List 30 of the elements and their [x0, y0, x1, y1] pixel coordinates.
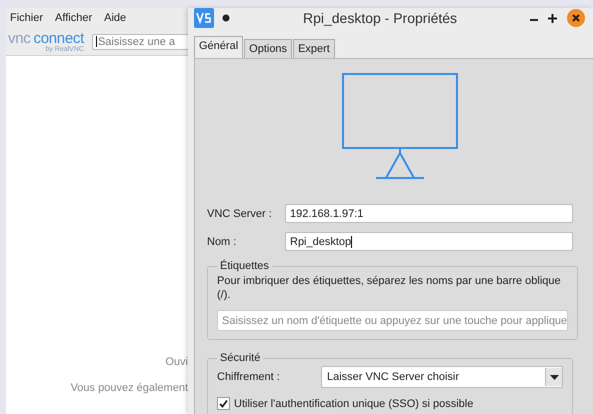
monitor-icon	[342, 73, 458, 181]
menu-item[interactable]: Afficher	[55, 12, 92, 24]
app-logo-icon	[194, 8, 214, 28]
tab[interactable]: Options	[244, 39, 292, 58]
caret-icon	[550, 374, 558, 380]
logo-text: connect	[34, 30, 84, 46]
field-label: Chiffrement :	[217, 371, 281, 383]
search-field[interactable]: Saisissez une a	[92, 34, 189, 50]
hint-text: Ouvi	[165, 356, 188, 368]
input-field[interactable]: Rpi_desktop	[285, 232, 573, 251]
group-title: Sécurité	[219, 352, 262, 364]
logo-text: vnc	[8, 30, 30, 46]
checkbox-label: Utiliser l'authentification unique (SSO) si possible	[234, 398, 474, 410]
checkbox[interactable]	[217, 397, 230, 410]
field-label: VNC Server :	[207, 208, 273, 220]
group-title: Étiquettes	[219, 260, 270, 272]
tab[interactable]: Général	[194, 36, 244, 58]
hint-text: Vous pouvez également	[70, 382, 188, 394]
input-field[interactable]: 192.168.1.97:1	[285, 204, 573, 223]
window-title: Rpi_desktop - Propriétés	[302, 10, 458, 26]
menu-item[interactable]: Aide	[104, 12, 126, 24]
tab[interactable]: Expert	[293, 39, 335, 58]
maximize-icon[interactable]	[548, 14, 557, 22]
tag-input-field[interactable]: Saisissez un nom d'étiquette ou appuyez sur une touche pour applique	[217, 310, 568, 331]
pin-dot-icon[interactable]	[222, 14, 230, 22]
encryption-dropdown[interactable]: Laisser VNC Server choisir	[321, 366, 563, 388]
description-text: Pour imbriquer des étiquettes, séparez les noms par une barre oblique (/).	[217, 274, 562, 302]
field-label: Nom :	[207, 236, 238, 248]
menu-item[interactable]: Fichier	[10, 12, 44, 24]
close-icon[interactable]	[567, 9, 585, 27]
